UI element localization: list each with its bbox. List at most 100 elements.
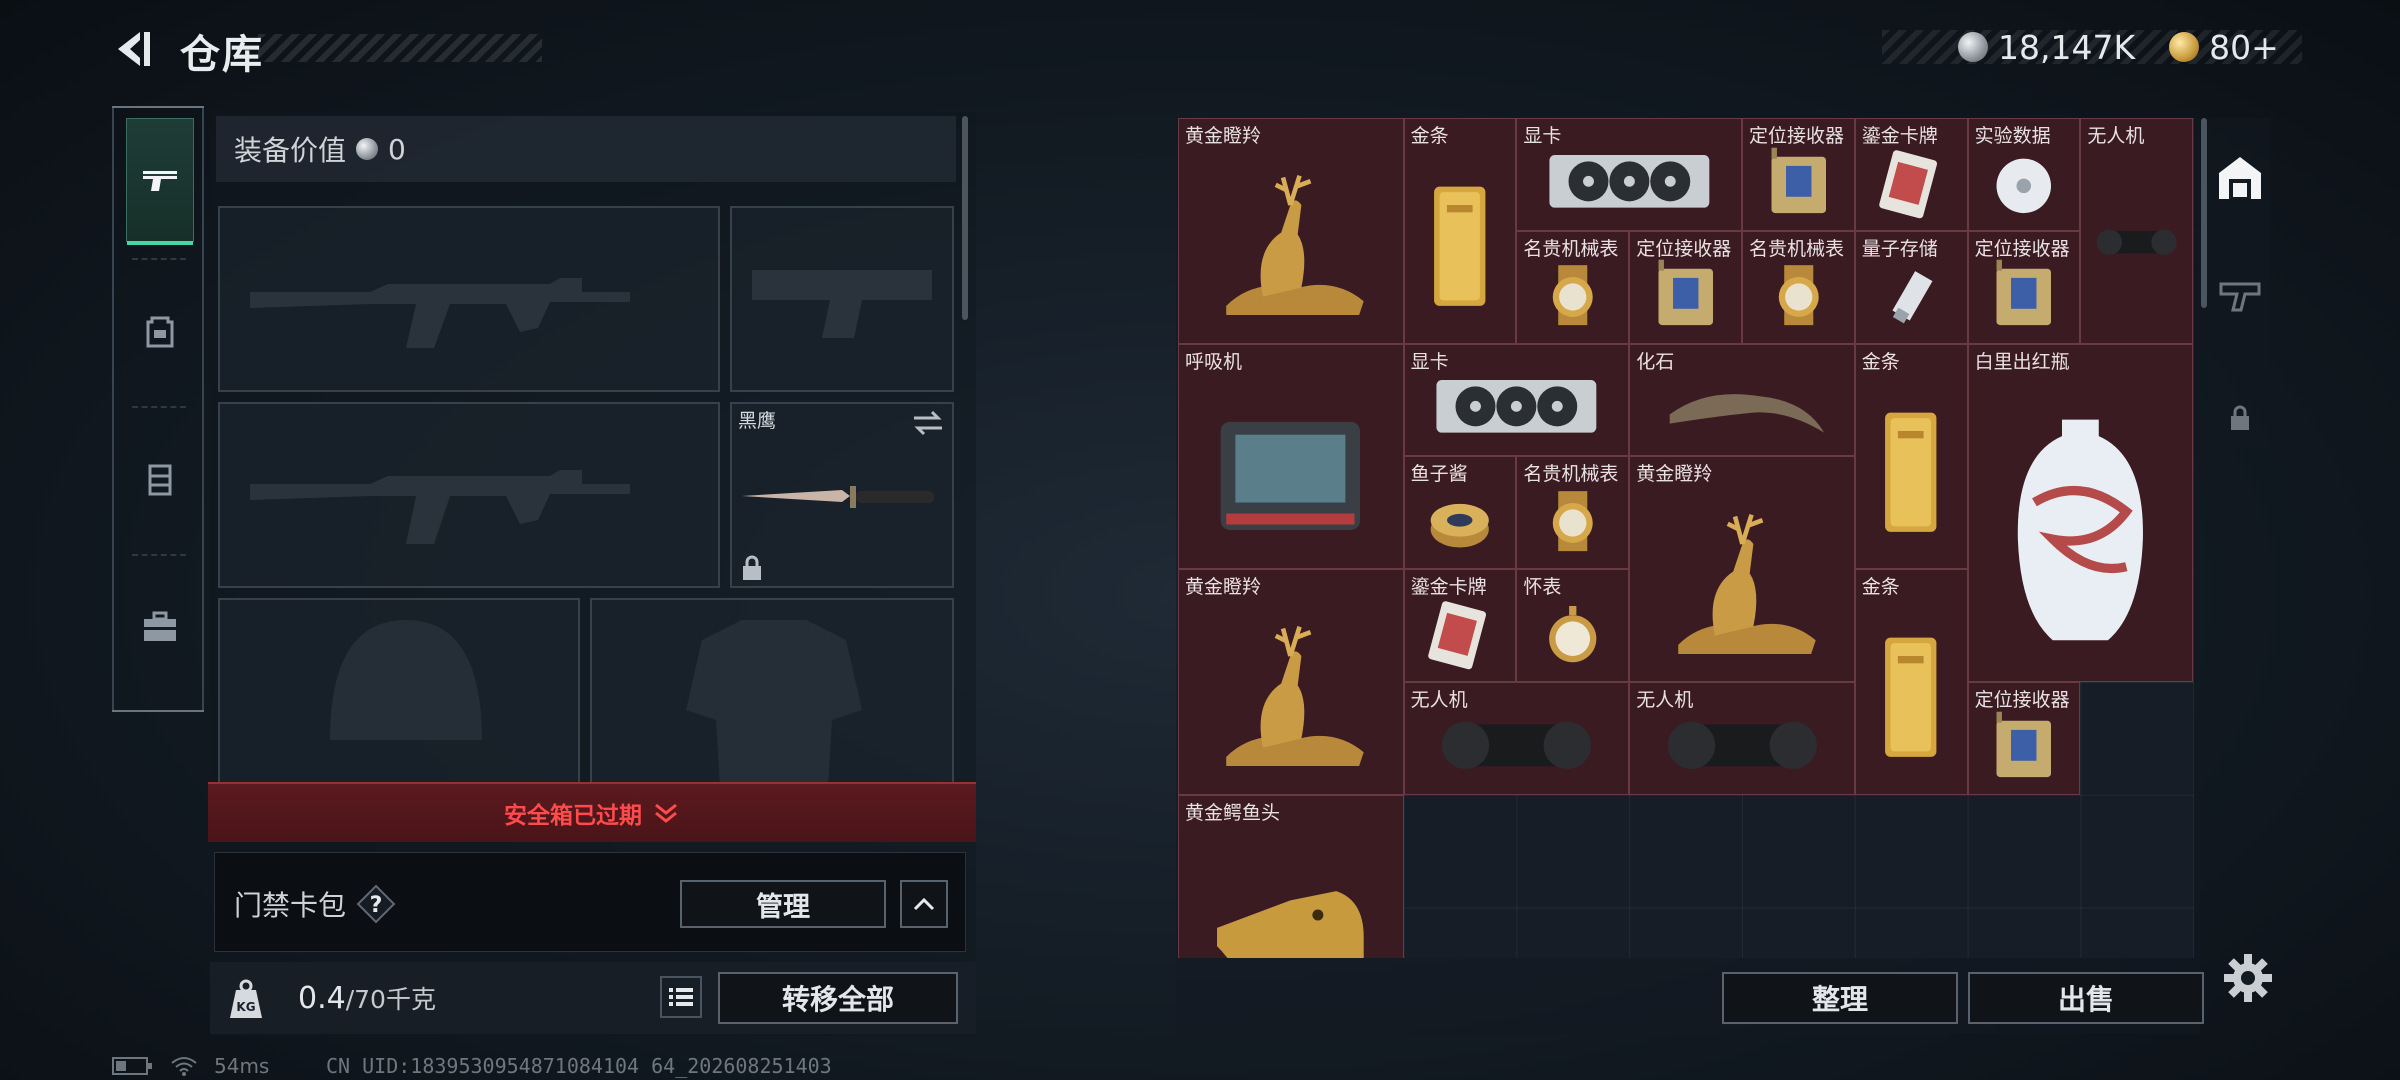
rifle-silhouette-icon [250,278,630,348]
item-name: 定位接收器 [1974,237,2070,260]
backpack-icon [146,316,174,348]
weapon-rack-icon [2219,282,2261,312]
list-view-button[interactable] [660,976,702,1018]
battery-icon [112,1057,152,1075]
storage-item[interactable]: 定位接收器 [1629,230,1742,344]
storage-item[interactable]: 无人机 [1403,682,1630,795]
storage-item[interactable]: 名贵机械表 [1516,230,1630,344]
tab-backpack[interactable] [126,268,194,392]
storage-item[interactable]: 鎏金卡牌 [1403,569,1517,682]
user-uid: CN UID:1839530954871084104 64_2026082514… [326,1054,832,1078]
storage-item[interactable]: 名贵机械表 [1516,456,1630,570]
storage-item[interactable]: 无人机 [2080,118,2194,344]
collapse-button[interactable] [900,880,948,928]
graphics-card-icon [1418,360,1615,451]
storage-item[interactable]: 金条 [1854,343,1968,570]
sidearm-slot[interactable] [730,206,954,392]
lock-icon [743,555,761,580]
weight-capacity: /70千克 [345,985,436,1014]
storage-item[interactable]: 名贵机械表 [1742,230,1855,344]
safebox-expired-bar[interactable]: 安全箱已过期 [208,782,976,842]
storage-item[interactable]: 鎏金卡牌 [1854,118,1968,231]
golden-gazelle-icon [1644,489,1841,672]
storage-item[interactable]: 量子存储 [1854,230,1968,344]
help-icon[interactable]: ? [356,884,396,924]
golden-gazelle-icon [1192,150,1389,333]
item-name: 金条 [1410,125,1449,147]
item-name: 实验数据 [1974,125,2051,147]
golden-crocodile-head-icon [1192,827,1389,958]
storage-item[interactable]: 黄金瞪羚 [1178,569,1404,795]
storage-item[interactable]: 显卡 [1403,343,1630,457]
tab-weapons[interactable] [126,118,194,245]
pocket-watch-icon [1524,586,1622,677]
tab-toolbox[interactable] [126,564,194,688]
storage-item[interactable]: 白里出红瓶 [1967,343,2194,682]
rifle-silhouette-icon [250,470,630,544]
item-name: 定位接收器 [1974,689,2070,711]
item-name: 名贵机械表 [1749,237,1845,260]
ventilator-icon [1192,376,1389,559]
chevron-double-down-icon [655,803,677,823]
item-name: 黄金瞪羚 [1636,463,1713,486]
chevron-up-icon [913,897,935,911]
tab-chest-rig[interactable] [126,416,194,540]
manage-button[interactable]: 管理 [680,880,886,928]
item-name: 鎏金卡牌 [1410,576,1487,599]
settings-button[interactable] [2222,952,2274,1004]
back-button[interactable] [110,26,156,72]
item-name: 金条 [1861,576,1900,599]
storage-item[interactable]: 怀表 [1516,569,1630,682]
storage-item[interactable]: 金条 [1403,118,1517,344]
status-bar: 54ms [112,1054,269,1078]
luxury-watch-icon [1524,247,1622,338]
helmet-silhouette-icon [330,620,482,740]
melee-slot[interactable]: 黑鹰 [730,402,954,588]
item-name: 鱼子酱 [1410,463,1468,486]
item-name: 无人机 [1636,689,1694,711]
storage-item[interactable]: 无人机 [1629,682,1855,795]
tab-armory[interactable] [2210,266,2270,326]
primary-weapon-slot[interactable] [218,206,720,392]
storage-item[interactable]: 化石 [1629,343,1855,457]
item-name: 黄金鳄鱼头 [1185,801,1281,824]
storage-item[interactable]: 黄金瞪羚 [1178,118,1404,344]
storage-scrollbar[interactable] [2201,118,2207,308]
transfer-all-button[interactable]: 转移全部 [718,972,958,1024]
item-name: 名贵机械表 [1523,237,1619,260]
storage-item[interactable]: 呼吸机 [1178,343,1404,570]
pistol-silhouette-icon [752,270,932,338]
category-tab-rail [112,106,204,712]
tab-warehouse[interactable] [2210,148,2270,208]
weight-readout: 0.4/70千克 [298,980,436,1016]
item-name: 量子存储 [1861,237,1938,260]
item-name: 呼吸机 [1185,350,1243,373]
helmet-slot[interactable] [218,598,580,784]
item-name: 定位接收器 [1749,125,1845,147]
storage-grid: 黄金瞪羚 金条 显卡 定位接收器 鎏金卡牌 实验数据 无人机 名贵机械表 定位接收器 名贵机械表量… [1178,118,2194,958]
storage-item[interactable]: 鱼子酱 [1403,456,1517,570]
storage-item[interactable]: 实验数据 [1967,118,2081,231]
locator-receiver-icon [1975,247,2073,338]
item-name: 显卡 [1523,125,1562,147]
luxury-watch-icon [1524,473,1622,564]
weight-current: 0.4 [298,981,346,1016]
storage-item[interactable]: 定位接收器 [1967,682,2081,795]
storage-item[interactable]: 黄金瞪羚 [1629,456,1855,682]
locked-tab[interactable] [2210,388,2270,448]
secondary-weapon-slot[interactable] [218,402,720,588]
sell-button[interactable]: 出售 [1968,972,2204,1024]
storage-item[interactable]: 定位接收器 [1967,230,2081,344]
quantum-storage-icon [1862,247,1960,338]
storage-item[interactable]: 定位接收器 [1742,118,1855,231]
storage-item[interactable]: 显卡 [1516,118,1742,231]
locator-receiver-icon [1637,247,1735,338]
storage-item[interactable]: 黄金鳄鱼头 [1178,794,1404,958]
graphics-card-icon [1531,135,1728,226]
armor-slot[interactable] [590,598,954,786]
sort-button[interactable]: 整理 [1722,972,1958,1024]
silver-currency-value: 18,147K [1998,27,2136,67]
item-name: 无人机 [1410,689,1468,711]
storage-item[interactable]: 金条 [1854,569,1968,795]
equipment-scrollbar[interactable] [962,116,968,320]
